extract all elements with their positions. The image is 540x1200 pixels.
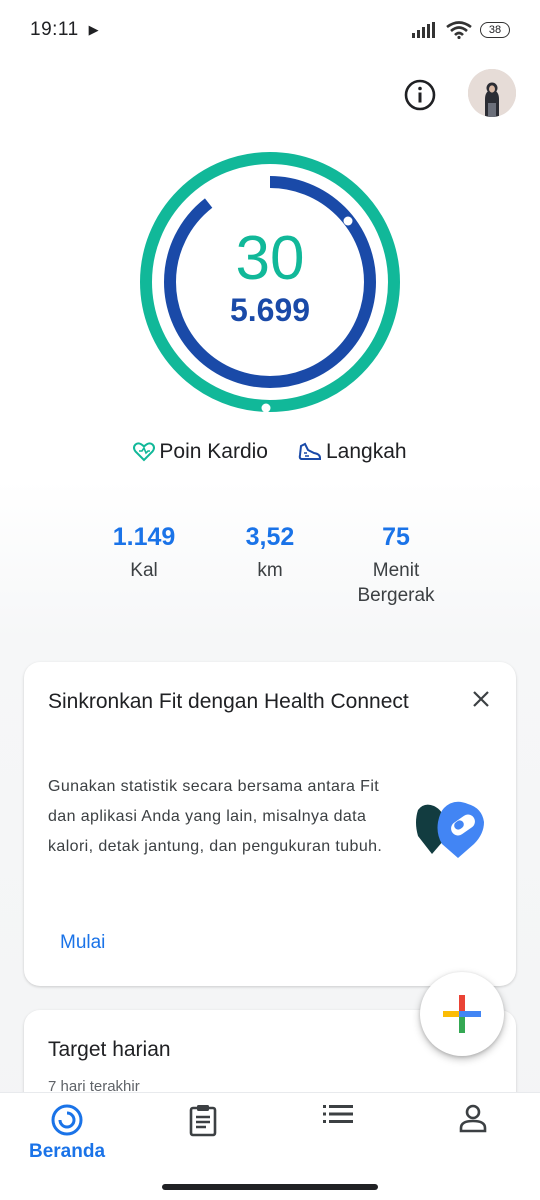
person-icon [459,1104,487,1133]
start-button[interactable]: Mulai [60,932,105,954]
legend-steps: Langkah [298,440,407,464]
stat-calories-value: 1.149 [112,523,176,551]
stat-move-minutes: 75 Menit Bergerak [326,520,466,608]
list-icon [323,1105,353,1123]
status-bar: 19:11 ▶ 38 [0,0,540,60]
legend-cardio-label: Poin Kardio [159,440,268,463]
info-icon [404,79,436,111]
play-icon: ▶ [88,22,99,37]
health-connect-card: Sinkronkan Fit dengan Health Connect Gun… [24,662,516,986]
stat-move-minutes-label: Menit Bergerak [357,560,435,606]
nav-profile[interactable] [418,1103,528,1173]
health-connect-body: Gunakan statistik secara bersama antara … [48,778,383,855]
stat-calories: 1.149 Kal [74,520,214,583]
home-ring-icon [51,1104,83,1136]
add-button[interactable] [420,972,504,1056]
signal-icon [412,22,435,38]
info-button[interactable] [400,75,440,115]
top-actions [0,68,540,120]
nav-browse[interactable] [283,1103,393,1173]
status-time: 19:11 [30,19,79,40]
status-icons: 38 [412,21,510,39]
plus-icon [443,995,481,1033]
health-connect-title: Sinkronkan Fit dengan Health Connect [48,690,409,713]
daily-target-title: Target harian [48,1038,171,1061]
legend-cardio: Poin Kardio [133,440,268,464]
stat-distance: 3,52 km [200,520,340,583]
nav-home[interactable]: Beranda [12,1103,122,1173]
heart-icon [133,442,156,462]
stat-distance-value: 3,52 [245,523,295,551]
stat-distance-label: km [257,560,283,581]
steps-value: 5.699 [229,292,311,328]
wifi-icon [446,21,472,39]
avatar[interactable] [468,69,516,117]
health-connect-logo [414,800,490,865]
battery-indicator: 38 [480,22,510,38]
legend-steps-label: Langkah [326,440,407,463]
profile-photo [468,69,516,117]
activity-ring[interactable]: 30 5.699 [138,150,402,414]
stat-move-minutes-value: 75 [382,523,410,551]
shoe-icon [298,442,321,460]
ring-legend: Poin Kardio Langkah [0,440,540,464]
health-connect-icon [416,801,484,858]
close-button[interactable] [466,684,496,714]
nav-home-label: Beranda [28,1141,106,1162]
cardio-points-value: 30 [235,224,305,293]
close-icon [473,691,489,707]
clipboard-icon [189,1105,217,1137]
nav-journal[interactable] [148,1103,258,1173]
home-indicator[interactable] [162,1184,378,1190]
stat-calories-label: Kal [130,560,158,581]
